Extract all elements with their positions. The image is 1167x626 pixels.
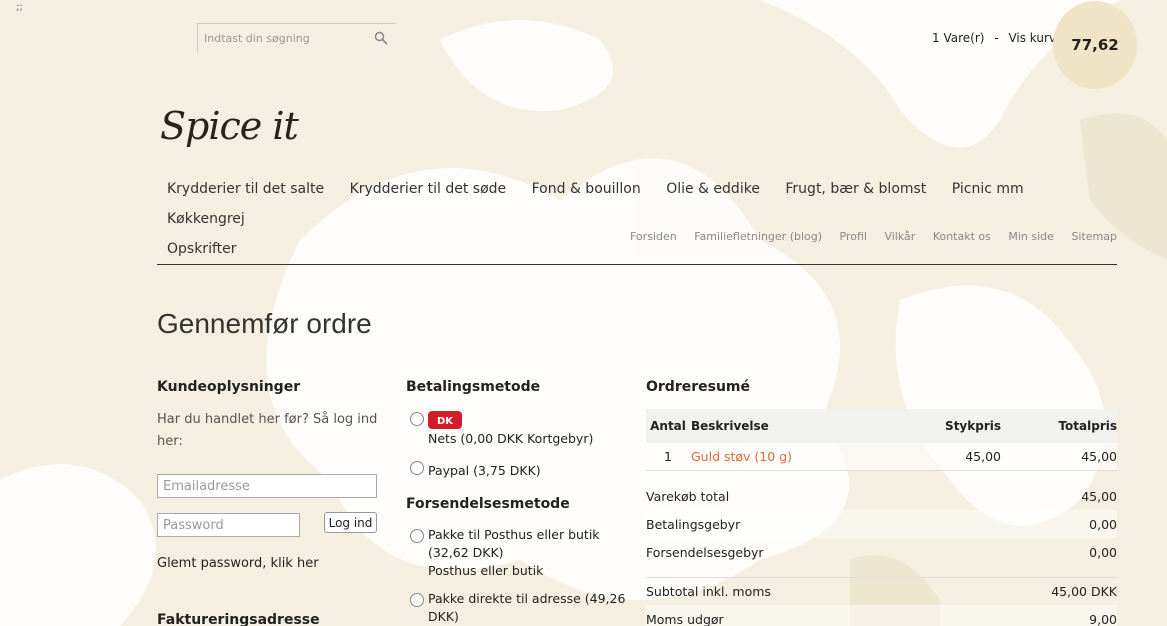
summary-row-goods-total: Varekøb total 45,00 [646,482,1117,510]
subnav-profile[interactable]: Profil [840,230,867,243]
header-divider [157,264,1117,265]
summary-label: Moms udgør [646,611,724,626]
subnav-contact[interactable]: Kontakt os [933,230,991,243]
summary-header-row: Antal Beskrivelse Stykpris Totalpris [646,409,1117,443]
logo[interactable]: Spice it [160,104,299,148]
shipping-radio-direct[interactable] [410,593,424,607]
nav-item-oil-vinegar[interactable]: Olie & eddike [666,174,760,204]
search-bar[interactable] [197,23,396,52]
header-unit-price: Stykpris [945,419,1001,433]
customer-info-title: Kundeoplysninger [157,379,301,395]
nav-item-salty-spices[interactable]: Krydderier til det salte [167,174,324,204]
subnav-terms[interactable]: Vilkår [884,230,915,243]
cart-total-badge[interactable]: 77,62 [1053,1,1137,89]
cart-separator: - [994,31,999,45]
item-qty: 1 [664,449,672,464]
dankort-logo-text: DK [437,416,454,427]
corner-mark: ;; [16,2,23,13]
email-field[interactable] [157,474,377,498]
summary-row-shipping-fee: Forsendelsesgebyr 0,00 [646,538,1117,566]
summary-row-vat: Moms udgør 9,00 [646,605,1117,626]
billing-address-title: Faktureringsadresse [157,612,320,626]
table-row: 1 Guld støv (10 g) 45,00 45,00 [646,443,1117,471]
summary-label: Forsendelsesgebyr [646,544,764,560]
summary-value: 9,00 [1089,611,1117,626]
summary-value: 45,00 DKK [1051,584,1117,599]
payment-option-paypal[interactable]: Paypal (3,75 DKK) [428,462,541,480]
summary-spacer [646,566,1117,577]
payment-radio-paypal[interactable] [410,461,424,475]
nav-item-sweet-spices[interactable]: Krydderier til det søde [350,174,507,204]
shipping-radio-posthus[interactable] [410,529,424,543]
summary-row-subtotal: Subtotal inkl. moms 45,00 DKK [646,577,1117,605]
summary-spacer [646,471,1117,482]
item-description-link[interactable]: Guld støv (10 g) [690,449,897,464]
dankort-logo: DK [428,411,462,429]
nav-item-picnic[interactable]: Picnic mm [952,174,1024,204]
subnav-sitemap[interactable]: Sitemap [1071,230,1117,243]
dankort-logo-mark: DK [430,413,460,427]
shipping-option-direct[interactable]: Pakke direkte til adresse (49,26 DKK) [428,590,628,626]
forgot-password-link[interactable]: Glemt password, klik her [157,556,319,571]
password-field[interactable] [157,513,300,537]
header-total-price: Totalpris [1058,419,1117,433]
summary-value: 45,00 [1081,488,1117,504]
item-unit-price: 45,00 [965,449,1001,464]
subnav-blog[interactable]: Familiefletninger (blog) [694,230,822,243]
header-description: Beskrivelse [691,419,769,433]
nav-item-kitchenware[interactable]: Køkkengrej [167,204,245,234]
summary-row-payment-fee: Betalingsgebyr 0,00 [646,510,1117,538]
shipping-posthus-line1: Pakke til Posthus eller butik [428,527,600,542]
nav-item-stock[interactable]: Fond & bouillon [532,174,641,204]
summary-value: 0,00 [1089,544,1117,560]
shipping-posthus-line3: Posthus eller butik [428,563,544,578]
subnav-my-page[interactable]: Min side [1008,230,1054,243]
cart-info: 1 Vare(r) - Vis kurv [932,31,1056,45]
nav-item-fruit-flowers[interactable]: Frugt, bær & blomst [785,174,926,204]
summary-value: 0,00 [1089,516,1117,532]
shipping-direct-line1: Pakke direkte til adresse (49,26 [428,591,626,606]
search-input[interactable] [204,31,374,45]
shipping-method-title: Forsendelsesmetode [406,496,570,512]
shipping-direct-line2: DKK) [428,609,459,624]
payment-method-title: Betalingsmetode [406,379,541,395]
summary-label: Subtotal inkl. moms [646,584,771,599]
shipping-option-posthus[interactable]: Pakke til Posthus eller butik (32,62 DKK… [428,526,618,580]
cart-count: 1 [932,31,940,45]
secondary-nav: Forsiden Familiefletninger (blog) Profil… [616,230,1117,243]
payment-radio-nets[interactable] [410,412,424,426]
header-qty: Antal [650,419,686,433]
main-nav: Krydderier til det salte Krydderier til … [167,174,1067,264]
summary-label: Betalingsgebyr [646,516,741,532]
search-icon[interactable] [374,31,388,45]
nav-item-recipes[interactable]: Opskrifter [167,234,237,264]
view-cart-link[interactable]: Vis kurv [1008,31,1056,45]
login-intro: Har du handlet her før? Så log ind her: [157,412,378,449]
item-total-price: 45,00 [1081,449,1117,464]
subnav-home[interactable]: Forsiden [630,230,677,243]
page-title: Gennemfør ordre [157,308,372,339]
order-summary: Antal Beskrivelse Stykpris Totalpris 1 G… [646,409,1117,626]
shipping-posthus-line2: (32,62 DKK) [428,545,504,560]
cart-items-label: Vare(r) [943,31,985,45]
payment-option-nets[interactable]: Nets (0,00 DKK Kortgebyr) [428,430,593,448]
summary-label: Varekøb total [646,488,730,504]
login-button[interactable]: Log ind [324,512,377,533]
order-summary-title: Ordreresumé [646,379,751,395]
